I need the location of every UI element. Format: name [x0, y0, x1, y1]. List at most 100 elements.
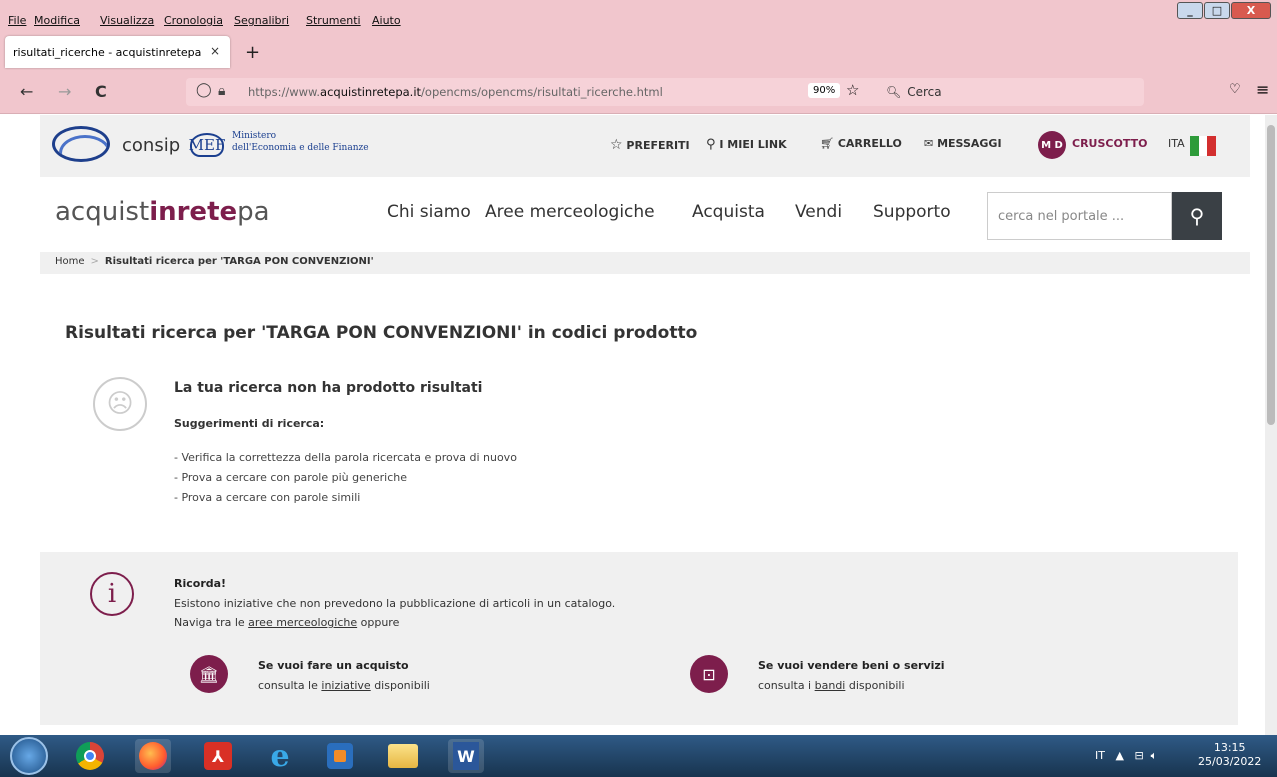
reload-button[interactable]: C	[95, 82, 107, 101]
system-clock[interactable]: 13:15 25/03/2022	[1198, 741, 1261, 769]
buy-title: Se vuoi fare un acquisto	[258, 659, 409, 672]
suggestion-item: - Prova a cercare con parole simili	[174, 491, 361, 504]
ricorda-title: Ricorda!	[174, 577, 227, 590]
breadcrumb-separator-icon: >	[90, 256, 99, 267]
chrome-icon[interactable]	[72, 739, 108, 773]
browser-search[interactable]: 🔍︎ Cerca	[886, 85, 942, 99]
menu-visualizza[interactable]: Visualizza	[100, 14, 154, 27]
nav-chi-siamo[interactable]: Chi siamo	[387, 202, 471, 222]
forward-button[interactable]: →	[58, 82, 71, 101]
ministero-text: Ministero dell'Economia e delle Finanze	[232, 131, 369, 153]
cart-icon: 🛒︎	[820, 137, 834, 150]
windows-taskbar: ⅄ e W IT ▲ ⊟ 🔈︎ 13:15 25/03/2022	[0, 735, 1277, 777]
network-icon[interactable]: ⊟	[1134, 749, 1143, 762]
top-utility-bar: consip MEF Ministero dell'Economia e dell…	[40, 115, 1250, 177]
buy-text: consulta le iniziative disponibili	[258, 679, 430, 692]
close-window-button[interactable]: X	[1231, 2, 1271, 19]
tab-title: risultati_ricerche - acquistinretepa	[13, 45, 202, 59]
volume-icon[interactable]: 🔈︎	[1151, 749, 1158, 762]
scrollbar-thumb[interactable]	[1267, 125, 1275, 425]
menu-strumenti[interactable]: Strumenti	[306, 14, 361, 27]
user-avatar[interactable]: M D	[1038, 131, 1066, 159]
consip-logo-text[interactable]: consip	[122, 135, 180, 156]
carrello-link[interactable]: 🛒︎ CARRELLO	[820, 137, 902, 150]
windows-start-icon[interactable]	[10, 737, 48, 775]
breadcrumb-home[interactable]: Home	[55, 256, 85, 267]
window-controls: _ □ X	[1177, 2, 1271, 19]
nav-aree-merceologiche[interactable]: Aree merceologiche	[485, 202, 655, 222]
nav-bar: ← → C ◯ 🔒︎ https://www.acquistinretepa.i…	[0, 70, 1277, 114]
pocket-icon[interactable]: ♡	[1229, 82, 1241, 97]
info-icon: i	[90, 572, 134, 616]
nav-vendi[interactable]: Vendi	[795, 202, 842, 222]
acquistinretepa-logo[interactable]: acquistinretepa	[55, 197, 270, 227]
minimize-button[interactable]: _	[1177, 2, 1203, 19]
bank-icon: 🏛︎	[190, 655, 228, 693]
menu-file[interactable]: File	[8, 14, 26, 27]
results-title: Risultati ricerca per 'TARGA PON CONVENZ…	[65, 323, 698, 343]
imiei-link[interactable]: ⚲ I MIEI LINK	[706, 137, 787, 152]
ricorda-text-nav: Naviga tra le aree merceologiche oppure	[174, 616, 400, 629]
file-explorer-icon[interactable]	[385, 739, 421, 773]
star-icon: ☆	[610, 137, 623, 153]
aree-merceologiche-link[interactable]: aree merceologiche	[248, 616, 357, 629]
cruscotto-link[interactable]: CRUSCOTTO	[1072, 137, 1147, 150]
back-button[interactable]: ←	[20, 82, 33, 101]
shield-icon[interactable]: ◯	[196, 82, 212, 98]
mef-logo[interactable]: MEF	[189, 133, 225, 157]
link-icon: ⚲	[706, 137, 716, 152]
hamburger-menu-icon[interactable]: ≡	[1256, 80, 1269, 99]
envelope-icon: ✉	[924, 137, 934, 150]
show-hidden-icons[interactable]: ▲	[1115, 749, 1123, 762]
suggestion-item: - Prova a cercare con parole più generic…	[174, 471, 407, 484]
menu-segnalibri[interactable]: Segnalibri	[234, 14, 289, 27]
portal-search-button[interactable]: ⚲	[1172, 192, 1222, 240]
portal-search-input[interactable]: cerca nel portale ...	[987, 192, 1172, 240]
internet-explorer-icon[interactable]: e	[262, 739, 298, 774]
page-scrollbar[interactable]	[1265, 115, 1277, 735]
ricorda-text: Esistono iniziative che non prevedono la…	[174, 597, 616, 610]
ricorda-box: i Ricorda! Esistono iniziative che non p…	[40, 552, 1238, 725]
menu-bar: File Modifica Visualizza Cronologia Segn…	[0, 0, 1277, 32]
suggestions-title: Suggerimenti di ricerca:	[174, 417, 325, 430]
language-selector[interactable]: ITA	[1168, 137, 1185, 150]
maximize-button[interactable]: □	[1204, 2, 1230, 19]
breadcrumb: Home > Risultati ricerca per 'TARGA PON CO…	[40, 252, 1250, 274]
sad-face-icon: ☹	[93, 377, 147, 431]
word-icon[interactable]: W	[448, 739, 484, 773]
url-bar[interactable]: ◯ 🔒︎ https://www.acquistinretepa.it/open…	[186, 78, 1144, 106]
nav-acquista[interactable]: Acquista	[692, 202, 765, 222]
acrobat-icon[interactable]: ⅄	[200, 739, 236, 773]
bookmark-star-icon[interactable]: ☆	[846, 81, 859, 99]
url-text: https://www.acquistinretepa.it/opencms/o…	[248, 85, 663, 99]
chart-icon: ⊡	[690, 655, 728, 693]
preferiti-link[interactable]: ☆ PREFERITI	[610, 137, 690, 153]
consip-logo-icon[interactable]	[52, 126, 110, 162]
firefox-icon[interactable]	[135, 739, 171, 773]
zoom-level[interactable]: 90%	[808, 83, 841, 98]
system-tray: IT ▲ ⊟ 🔈︎	[1095, 749, 1157, 763]
language-indicator[interactable]: IT	[1095, 749, 1105, 762]
suggestion-item: - Verifica la correttezza della parola r…	[174, 451, 517, 464]
tab-close-icon[interactable]: ×	[210, 44, 220, 58]
menu-aiuto[interactable]: Aiuto	[372, 14, 401, 27]
menu-cronologia[interactable]: Cronologia	[164, 14, 223, 27]
nav-supporto[interactable]: Supporto	[873, 202, 951, 222]
main-navigation: acquistinretepa Chi siamo Aree merceolog…	[55, 192, 1250, 240]
sell-title: Se vuoi vendere beni o servizi	[758, 659, 945, 672]
search-icon: 🔍︎	[886, 85, 902, 99]
media-app-icon[interactable]	[322, 739, 358, 773]
italian-flag-icon[interactable]	[1190, 136, 1217, 156]
new-tab-button[interactable]: +	[245, 42, 260, 63]
bandi-link[interactable]: bandi	[815, 679, 846, 692]
no-results-heading: La tua ricerca non ha prodotto risultati	[174, 380, 483, 396]
messaggi-link[interactable]: ✉ MESSAGGI	[924, 137, 1002, 150]
menu-modifica[interactable]: Modifica	[34, 14, 80, 27]
iniziative-link[interactable]: iniziative	[321, 679, 370, 692]
search-icon: ⚲	[1189, 204, 1205, 228]
page-content: consip MEF Ministero dell'Economia e dell…	[0, 115, 1277, 735]
breadcrumb-current: Risultati ricerca per 'TARGA PON CONVENZ…	[104, 256, 374, 267]
browser-tab[interactable]: risultati_ricerche - acquistinretepa ×	[5, 36, 230, 68]
tab-strip: risultati_ricerche - acquistinretepa × +	[0, 32, 1277, 70]
lock-icon[interactable]: 🔒︎	[218, 83, 225, 99]
